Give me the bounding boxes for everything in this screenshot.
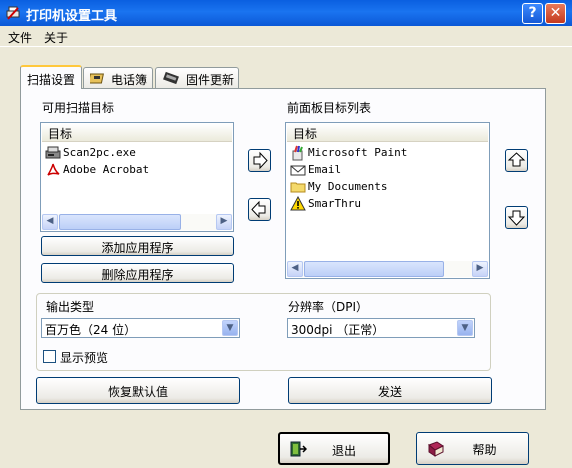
firmware-icon (163, 71, 179, 85)
arrow-right-icon (253, 151, 268, 170)
show-preview-label: 显示预览 (60, 351, 109, 365)
resolution-label: 分辨率（DPI） (288, 300, 369, 314)
scroll-thumb[interactable] (304, 261, 444, 277)
tab-firmware[interactable]: 固件更新 (155, 67, 239, 88)
tab-scan-settings[interactable]: 扫描设置 (20, 65, 82, 89)
resolution-value: 300dpi （正常） (291, 323, 385, 337)
front-panel-targets-title: 前面板目标列表 (287, 101, 372, 115)
printer-tool-icon (6, 6, 20, 20)
move-left-button[interactable] (248, 198, 271, 221)
scroll-right-icon[interactable]: ▶ (472, 261, 488, 277)
show-preview-checkbox[interactable] (43, 350, 56, 363)
chevron-down-icon[interactable]: ▼ (457, 320, 473, 336)
front-panel-hscroll[interactable]: ◀ ▶ (287, 261, 488, 277)
paint-icon (292, 145, 303, 161)
menu-file[interactable]: 文件 (8, 29, 32, 46)
arrow-left-icon (251, 200, 266, 219)
title-help-button[interactable]: ? (522, 3, 543, 24)
folder-icon (290, 182, 306, 193)
move-up-button[interactable] (505, 149, 528, 172)
tab-phonebook[interactable]: 电话簿 (83, 67, 153, 88)
arrow-up-icon (507, 152, 526, 167)
warning-icon (290, 196, 306, 211)
title-bar[interactable]: 打印机设置工具 ? ✕ (0, 0, 572, 26)
window-title: 打印机设置工具 (26, 9, 118, 24)
help-book-icon (428, 441, 444, 457)
send-button[interactable]: 发送 (288, 377, 492, 404)
help-button[interactable]: 帮助 (416, 432, 529, 465)
scroll-right-icon[interactable]: ▶ (216, 214, 232, 230)
add-app-button[interactable]: 添加应用程序 (41, 236, 234, 256)
move-down-button[interactable] (505, 206, 528, 229)
output-type-label: 输出类型 (46, 300, 95, 314)
front-panel-targets-header[interactable]: 目标 (287, 124, 488, 142)
scroll-left-icon[interactable]: ◀ (287, 261, 303, 277)
title-close-button[interactable]: ✕ (545, 3, 566, 24)
chevron-down-icon[interactable]: ▼ (222, 320, 238, 336)
acrobat-icon (47, 163, 60, 176)
phonebook-icon (90, 73, 104, 84)
available-targets-hscroll[interactable]: ◀ ▶ (42, 214, 232, 230)
output-type-value: 百万色（24 位） (45, 323, 137, 337)
move-right-button[interactable] (248, 149, 271, 172)
front-panel-targets-list[interactable]: 目标 Microsoft Paint Email My Documents Sm… (285, 122, 490, 279)
available-targets-list[interactable]: 目标 Scan2pc.exe Adobe Acrobat ◀ ▶ (40, 122, 234, 232)
remove-app-button[interactable]: 删除应用程序 (41, 263, 234, 283)
exit-button[interactable]: 退出 (278, 432, 390, 465)
restore-defaults-button[interactable]: 恢复默认值 (36, 377, 240, 404)
menu-about[interactable]: 关于 (44, 29, 68, 46)
output-type-select[interactable]: 百万色（24 位） ▼ (41, 318, 240, 338)
arrow-down-icon (507, 210, 526, 226)
tab-scan-settings-label: 扫描设置 (27, 73, 76, 87)
scroll-left-icon[interactable]: ◀ (42, 214, 58, 230)
tab-firmware-label: 固件更新 (186, 73, 235, 87)
tab-phonebook-label: 电话簿 (111, 73, 148, 87)
scanner-icon (45, 146, 61, 159)
resolution-select[interactable]: 300dpi （正常） ▼ (287, 318, 475, 338)
email-icon (290, 165, 306, 176)
available-targets-title: 可用扫描目标 (42, 101, 115, 115)
scroll-thumb[interactable] (59, 214, 181, 230)
available-targets-header[interactable]: 目标 (42, 124, 232, 142)
menu-bar: 文件 关于 (0, 26, 572, 47)
